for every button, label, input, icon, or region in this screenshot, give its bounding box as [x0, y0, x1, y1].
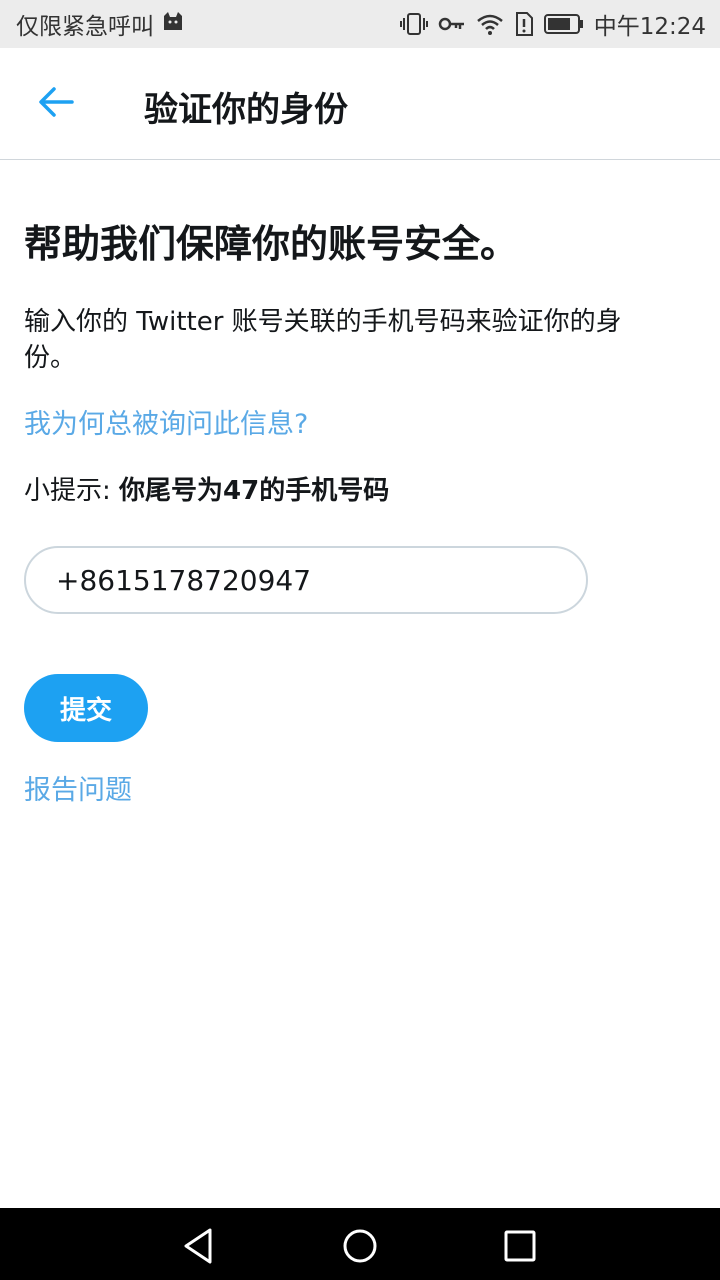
key-icon [438, 14, 466, 34]
status-left: 仅限紧急呼叫 [16, 7, 184, 41]
system-nav-bar [0, 1208, 720, 1280]
home-circle-icon[interactable] [340, 1226, 380, 1266]
phone-number-input[interactable] [24, 546, 588, 614]
status-right: 中午12:24 [399, 7, 706, 41]
status-time: 中午12:24 [593, 14, 706, 40]
arrow-left-icon [38, 86, 74, 122]
battery-icon [543, 13, 584, 35]
cat-notification-icon [162, 10, 184, 38]
alert-icon [514, 12, 534, 36]
submit-button[interactable]: 提交 [24, 674, 148, 742]
hint-prefix: 小提示: [24, 476, 120, 506]
headline: 帮助我们保障你的账号安全。 [24, 222, 519, 266]
vibrate-icon [399, 12, 428, 36]
description-text: 输入你的 Twitter 账号关联的手机号码来验证你的身份。 [24, 307, 622, 373]
back-triangle-icon[interactable] [180, 1226, 220, 1266]
report-problem-link[interactable]: 报告问题 [24, 768, 132, 807]
hint-phone-tail: 你尾号为47的手机号码 [119, 476, 390, 506]
app-bar: 验证你的身份 [0, 48, 720, 160]
page-title: 验证你的身份 [144, 90, 348, 130]
carrier-text: 仅限紧急呼叫 [16, 14, 154, 40]
wifi-icon [476, 12, 504, 36]
recents-square-icon[interactable] [500, 1226, 540, 1266]
why-asked-link[interactable]: 我为何总被询问此信息? [24, 402, 308, 441]
hint-text: 小提示: 你尾号为47的手机号码 [24, 470, 389, 507]
back-button[interactable] [28, 80, 84, 128]
status-bar: 仅限紧急呼叫 中午12:24 [0, 0, 720, 48]
